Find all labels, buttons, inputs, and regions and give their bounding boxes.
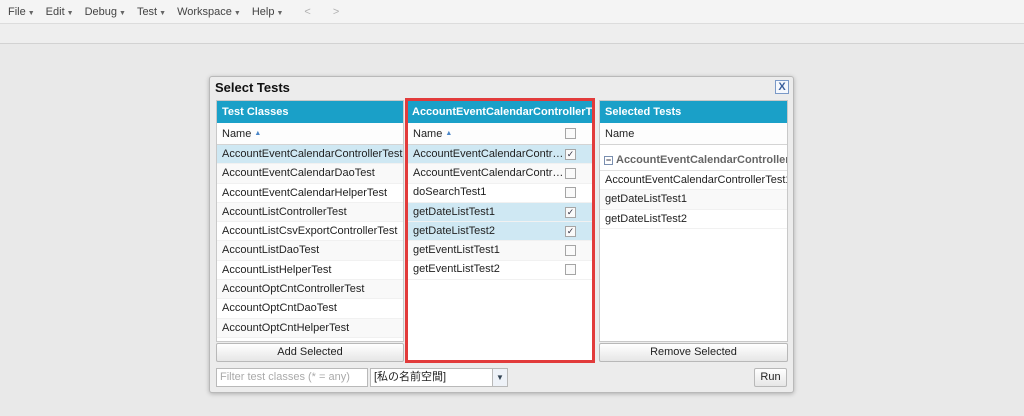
menu-debug[interactable]: Debug ▼ [85, 6, 126, 18]
column-header-name[interactable]: Name ▲ [217, 123, 403, 145]
method-checkbox[interactable] [565, 264, 576, 276]
test-methods-panel: AccountEventCalendarControllerT Name ▲ Ac… [405, 98, 595, 363]
method-row[interactable]: getEventListTest2 [408, 261, 592, 281]
list-item[interactable]: AccountOptCntHelperTest [217, 318, 403, 338]
select-tests-dialog: Select Tests X Test Classes Name ▲ Accoun… [209, 76, 794, 393]
sort-asc-icon: ▲ [254, 130, 262, 137]
caret-down-icon: ▼ [276, 9, 284, 17]
method-checkbox[interactable] [565, 187, 576, 199]
forward-arrow-icon[interactable]: > [333, 6, 339, 18]
method-row[interactable]: AccountEventCalendarControll... [408, 164, 592, 184]
method-checkbox[interactable] [565, 245, 576, 257]
menu-workspace[interactable]: Workspace ▼ [177, 6, 241, 18]
method-row[interactable]: getDateListTest2 ✓ [408, 222, 592, 242]
filter-input[interactable]: Filter test classes (* = any) [216, 368, 368, 387]
caret-down-icon: ▼ [159, 9, 167, 17]
caret-down-icon: ▼ [119, 9, 126, 17]
panel-header: Selected Tests [600, 101, 787, 123]
list-item[interactable]: AccountOptCntControllerTest [217, 280, 403, 300]
select-all-checkbox[interactable] [565, 128, 576, 139]
back-arrow-icon[interactable]: < [304, 6, 310, 18]
menu-help[interactable]: Help ▼ [252, 6, 284, 18]
list-item[interactable]: getDateListTest2 [600, 210, 787, 229]
toolbar [0, 24, 1024, 44]
caret-down-icon: ▼ [233, 9, 241, 17]
run-button[interactable]: Run [754, 368, 787, 387]
list-item[interactable]: AccountListCsvExportControllerTest [217, 222, 403, 242]
method-row[interactable]: doSearchTest1 [408, 184, 592, 203]
method-row[interactable]: getEventListTest1 [408, 241, 592, 261]
method-checkbox[interactable]: ✓ [565, 225, 576, 237]
panel-header: AccountEventCalendarControllerT [408, 101, 592, 123]
test-classes-panel: Test Classes Name ▲ AccountEventCalendarC… [216, 100, 404, 342]
list-item[interactable]: AccountOptCntDaoTest [217, 299, 403, 319]
method-checkbox[interactable] [565, 167, 576, 179]
dialog-title: Select Tests [215, 80, 290, 95]
selected-tests-panel: Selected Tests Name − AccountEventCalenda… [599, 100, 788, 342]
method-row[interactable]: AccountEventCalendarControll... ✓ [408, 145, 592, 165]
caret-down-icon: ▼ [27, 9, 35, 17]
remove-selected-button[interactable]: Remove Selected [599, 343, 788, 362]
column-header-name[interactable]: Name ▲ [408, 123, 592, 145]
list-item[interactable]: AccountEventCalendarControllerTest1 [600, 171, 787, 191]
menu-bar: File ▼ Edit ▼ Debug ▼ Test ▼ Workspace ▼ Help… [0, 0, 1024, 24]
collapse-icon[interactable]: − [604, 155, 613, 165]
menu-edit[interactable]: Edit ▼ [46, 6, 74, 18]
list-item[interactable]: AccountEventCalendarControllerTest [217, 145, 403, 165]
method-checkbox[interactable]: ✓ [565, 148, 576, 160]
namespace-select[interactable]: [私の名前空間] ▼ [370, 368, 508, 387]
sort-asc-icon: ▲ [445, 130, 453, 137]
column-header-name[interactable]: Name [600, 123, 787, 145]
menu-test[interactable]: Test ▼ [137, 6, 166, 18]
group-row[interactable]: − AccountEventCalendarControllerTe [600, 149, 787, 171]
list-item[interactable]: AccountEventCalendarDaoTest [217, 164, 403, 184]
close-icon[interactable]: X [775, 80, 789, 94]
list-item[interactable]: getDateListTest1 [600, 190, 787, 210]
chevron-down-icon[interactable]: ▼ [492, 369, 507, 386]
list-item[interactable]: AccountListControllerTest [217, 202, 403, 223]
method-checkbox[interactable]: ✓ [565, 206, 576, 218]
list-item[interactable]: AccountListDaoTest [217, 241, 403, 261]
list-item[interactable]: AccountListHelperTest [217, 261, 403, 281]
panel-header: Test Classes [217, 101, 403, 123]
add-selected-button[interactable]: Add Selected [216, 343, 404, 362]
menu-file[interactable]: File ▼ [8, 6, 35, 18]
list-item[interactable]: AccountEventCalendarHelperTest [217, 184, 403, 203]
method-row[interactable]: getDateListTest1 ✓ [408, 202, 592, 223]
caret-down-icon: ▼ [66, 9, 74, 17]
